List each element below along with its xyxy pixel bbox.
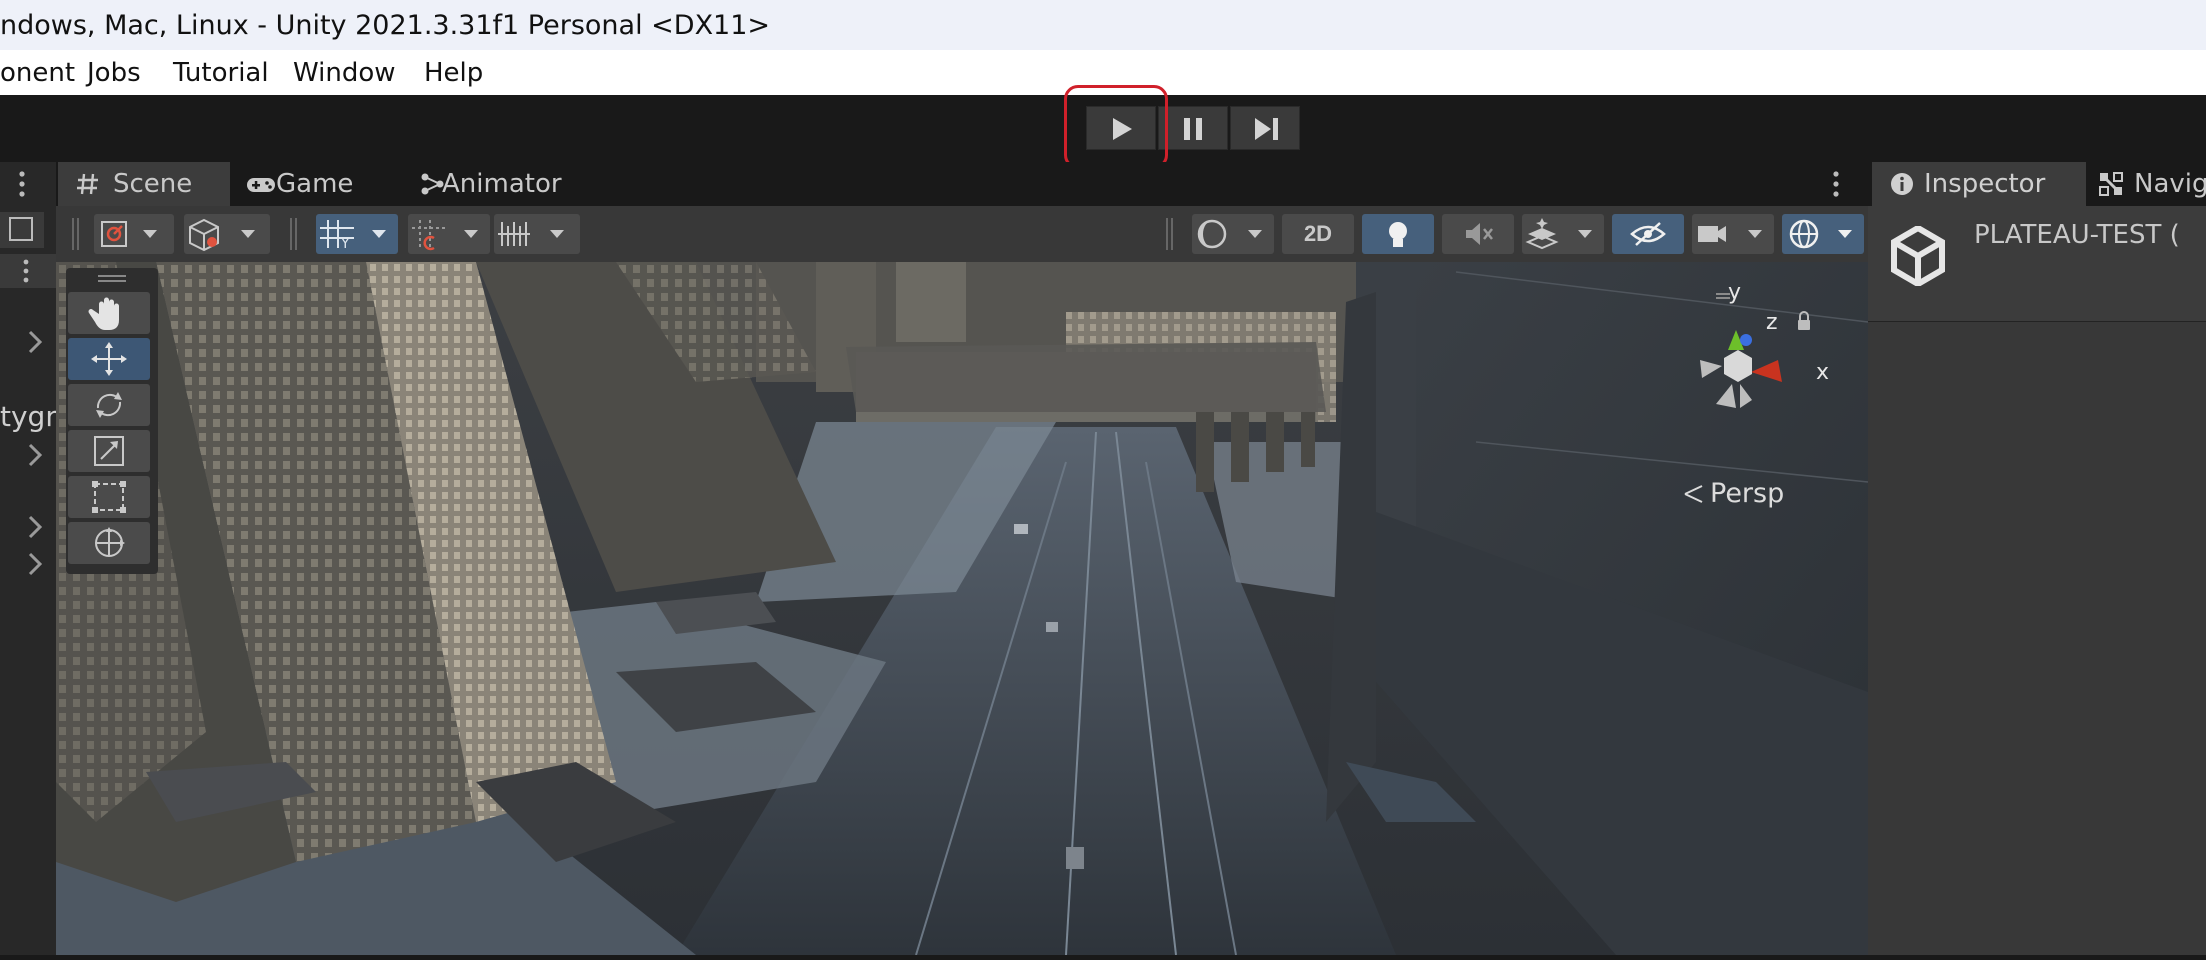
- svg-text:Y: Y: [340, 236, 350, 252]
- tool-handle-icon: [101, 221, 157, 247]
- toolbar-grip-icon-2: [290, 218, 297, 250]
- scene-toolbar: Y 2D: [56, 206, 1868, 262]
- rotate-tool[interactable]: [68, 384, 150, 426]
- menu-tutorial[interactable]: Tutorial: [173, 58, 269, 88]
- gizmo-tools-dropdown[interactable]: [94, 214, 174, 254]
- hidden-eye-icon: [1630, 222, 1666, 246]
- gizmo-z-label: z: [1766, 310, 1778, 335]
- menu-window[interactable]: Window: [293, 58, 396, 88]
- effects-layers-icon: [1525, 218, 1592, 250]
- gamepad-icon: [247, 178, 275, 192]
- snap-icon: [412, 220, 478, 251]
- tab-animator[interactable]: Animator: [420, 162, 590, 206]
- gizmo-x-label: x: [1816, 360, 1830, 385]
- move-arrows-icon: [91, 342, 127, 376]
- hierarchy-panel: tygm: [0, 162, 73, 955]
- gizmo-globe-icon: [1789, 219, 1852, 249]
- toolbar-grip-icon-3: [1166, 218, 1173, 250]
- tab-game-label: Game: [276, 169, 354, 199]
- scene-city-render: [56, 262, 1868, 955]
- camera-icon: [1698, 226, 1762, 242]
- menu-help[interactable]: Help: [424, 58, 483, 88]
- grid-icon: [77, 173, 98, 195]
- effects-dropdown[interactable]: [1522, 214, 1604, 254]
- inspector-panel: Inspector Navig PLATEAU-TEST (: [1868, 162, 2206, 955]
- more-options-icon[interactable]: [1826, 164, 1846, 204]
- increment-snap-dropdown[interactable]: [494, 214, 580, 254]
- grid-axis-icon: Y: [320, 220, 386, 252]
- step-button[interactable]: [1230, 106, 1300, 150]
- gizmos-dropdown[interactable]: [1782, 214, 1864, 254]
- tab-navigation-label: Navig: [2134, 169, 2206, 199]
- transform-icon: [95, 527, 125, 557]
- shading-sphere-icon: [1197, 219, 1262, 249]
- info-icon: [1891, 173, 1913, 195]
- rect-tool[interactable]: [68, 476, 150, 518]
- projection-label: Persp: [1710, 478, 1785, 509]
- scale-tool[interactable]: [68, 430, 150, 472]
- transform-tool[interactable]: [68, 522, 150, 564]
- lightbulb-icon: [1389, 222, 1407, 247]
- lighting-toggle[interactable]: [1362, 214, 1434, 254]
- tab-navigation[interactable]: Navig: [2098, 162, 2206, 206]
- grid-visibility-dropdown[interactable]: Y: [316, 214, 398, 254]
- hierarchy-panel-controls: [0, 171, 56, 576]
- tab-scene-label: Scene: [113, 169, 193, 199]
- selected-object-name[interactable]: PLATEAU-TEST (: [1974, 220, 2180, 250]
- rotate-icon: [96, 392, 122, 418]
- ruler-icon: [498, 222, 564, 246]
- mute-icon: [1466, 223, 1493, 245]
- inspector-header: PLATEAU-TEST (: [1868, 206, 2206, 322]
- step-icon: [1255, 118, 1278, 140]
- window-titlebar: ndows, Mac, Linux - Unity 2021.3.31f1 Pe…: [0, 0, 2206, 50]
- camera-settings-dropdown[interactable]: [1692, 214, 1774, 254]
- tab-scene[interactable]: Scene: [58, 162, 230, 206]
- draw-mode-dropdown[interactable]: [184, 214, 270, 254]
- gizmo-y-label: y: [1728, 280, 1742, 305]
- unity-logo-icon: [1891, 226, 1945, 286]
- tab-game[interactable]: Game: [246, 162, 376, 206]
- toolbar-grip-icon: [72, 218, 79, 250]
- tab-animator-label: Animator: [442, 169, 562, 199]
- projection-toggle[interactable]: Persp: [1682, 478, 1784, 509]
- perspective-icon: [1684, 485, 1703, 503]
- scene-viewport[interactable]: y z x: [56, 262, 1868, 955]
- menu-component[interactable]: onent: [0, 58, 75, 88]
- hand-icon: [88, 297, 119, 330]
- play-button-highlight: [1064, 85, 1168, 169]
- shading-mode-dropdown[interactable]: [1192, 214, 1274, 254]
- menu-jobs[interactable]: Jobs: [87, 58, 141, 88]
- move-tool[interactable]: [68, 338, 150, 380]
- audio-toggle[interactable]: [1442, 214, 1514, 254]
- grid-snapping-dropdown[interactable]: [408, 214, 490, 254]
- navigation-icon: [2099, 172, 2123, 196]
- window-title: ndows, Mac, Linux - Unity 2021.3.31f1 Pe…: [0, 10, 771, 41]
- cube-icon: [189, 218, 255, 252]
- pause-button[interactable]: [1158, 106, 1228, 150]
- scene-visibility-toggle[interactable]: [1612, 214, 1684, 254]
- palette-grip-icon: [98, 275, 126, 282]
- pause-icon: [1184, 118, 1202, 140]
- hand-tool[interactable]: [68, 292, 150, 334]
- tab-inspector-label: Inspector: [1924, 169, 2046, 199]
- tab-inspector[interactable]: Inspector: [1872, 162, 2086, 206]
- scale-icon: [94, 436, 124, 466]
- scene-tab-bar: Scene Game Animator: [56, 162, 1868, 206]
- rect-transform-icon: [92, 481, 126, 513]
- mode-2d-toggle[interactable]: 2D: [1282, 214, 1354, 254]
